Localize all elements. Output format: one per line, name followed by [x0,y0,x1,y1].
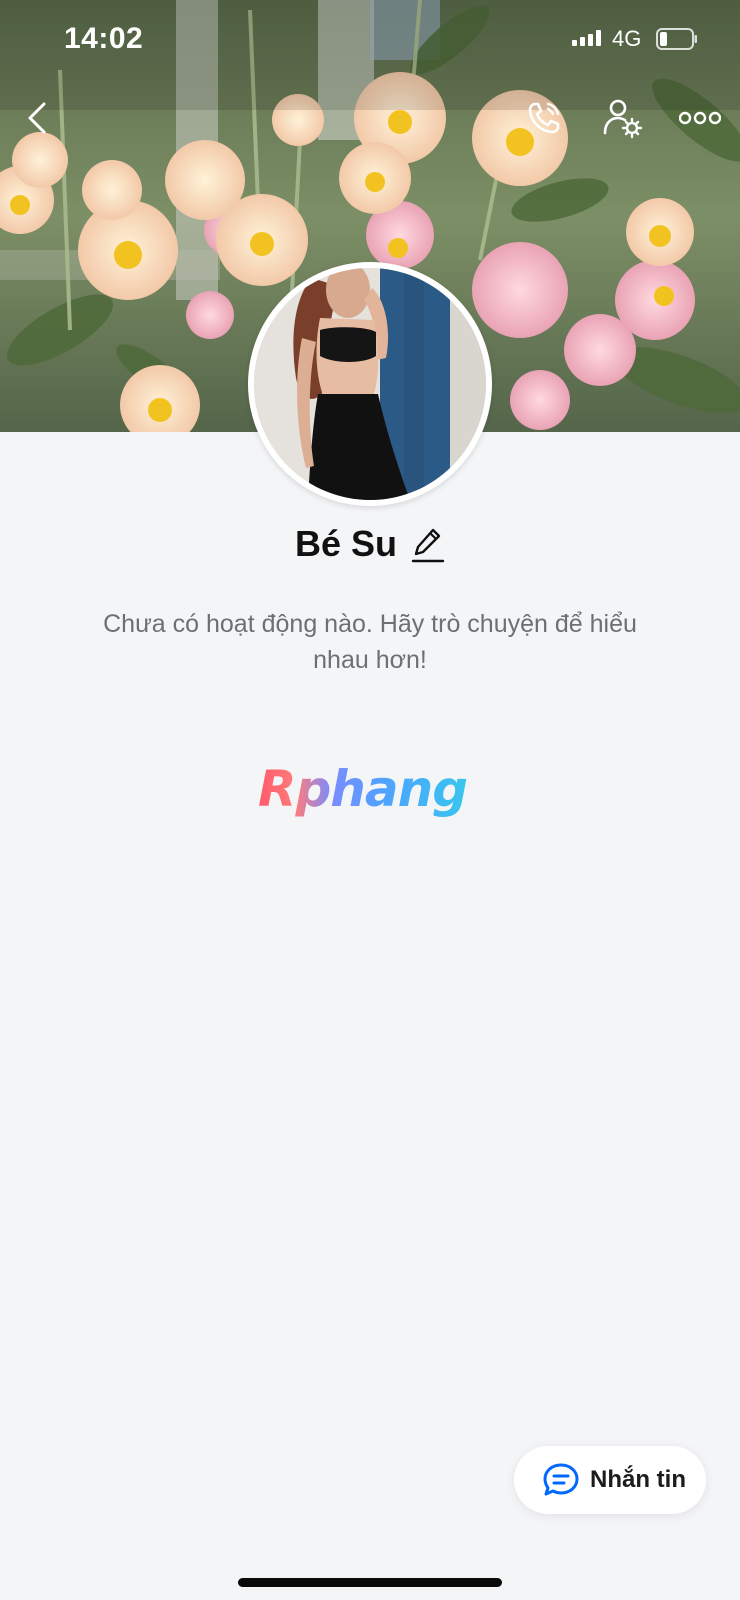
home-indicator[interactable] [238,1578,502,1587]
more-dots-icon [679,111,721,125]
chevron-left-icon [28,102,46,134]
profile-screen: 14:02 4G Bé Su Chưa có hoạt động nào. Hã… [0,0,740,1600]
avatar-image [254,268,486,500]
watermark-logo: Rphang [258,760,484,836]
send-message-label: Nhắn tin [590,1466,686,1493]
more-button[interactable] [672,90,728,146]
profile-name-row: Bé Su [0,516,740,572]
network-type: 4G [612,26,642,51]
send-message-button[interactable]: Nhắn tin [514,1446,706,1514]
signal-icon [572,30,601,46]
battery-icon [656,28,697,50]
status-bar: 14:02 4G [0,0,740,80]
profile-name: Bé Su [294,523,398,564]
call-button[interactable] [516,90,572,146]
avatar-photo [254,268,486,500]
watermark-text: Rphang [258,760,468,818]
pencil-icon[interactable] [411,524,445,564]
empty-feed-message: Chưa có hoạt động nào. Hãy trò chuyện để… [103,610,637,674]
status-time: 14:02 [64,22,144,55]
chat-bubble-icon [543,1463,579,1496]
user-gear-icon [603,99,643,139]
back-button[interactable] [10,90,66,146]
avatar[interactable] [248,262,492,506]
friend-settings-button[interactable] [594,90,650,146]
phone-icon [528,102,560,134]
